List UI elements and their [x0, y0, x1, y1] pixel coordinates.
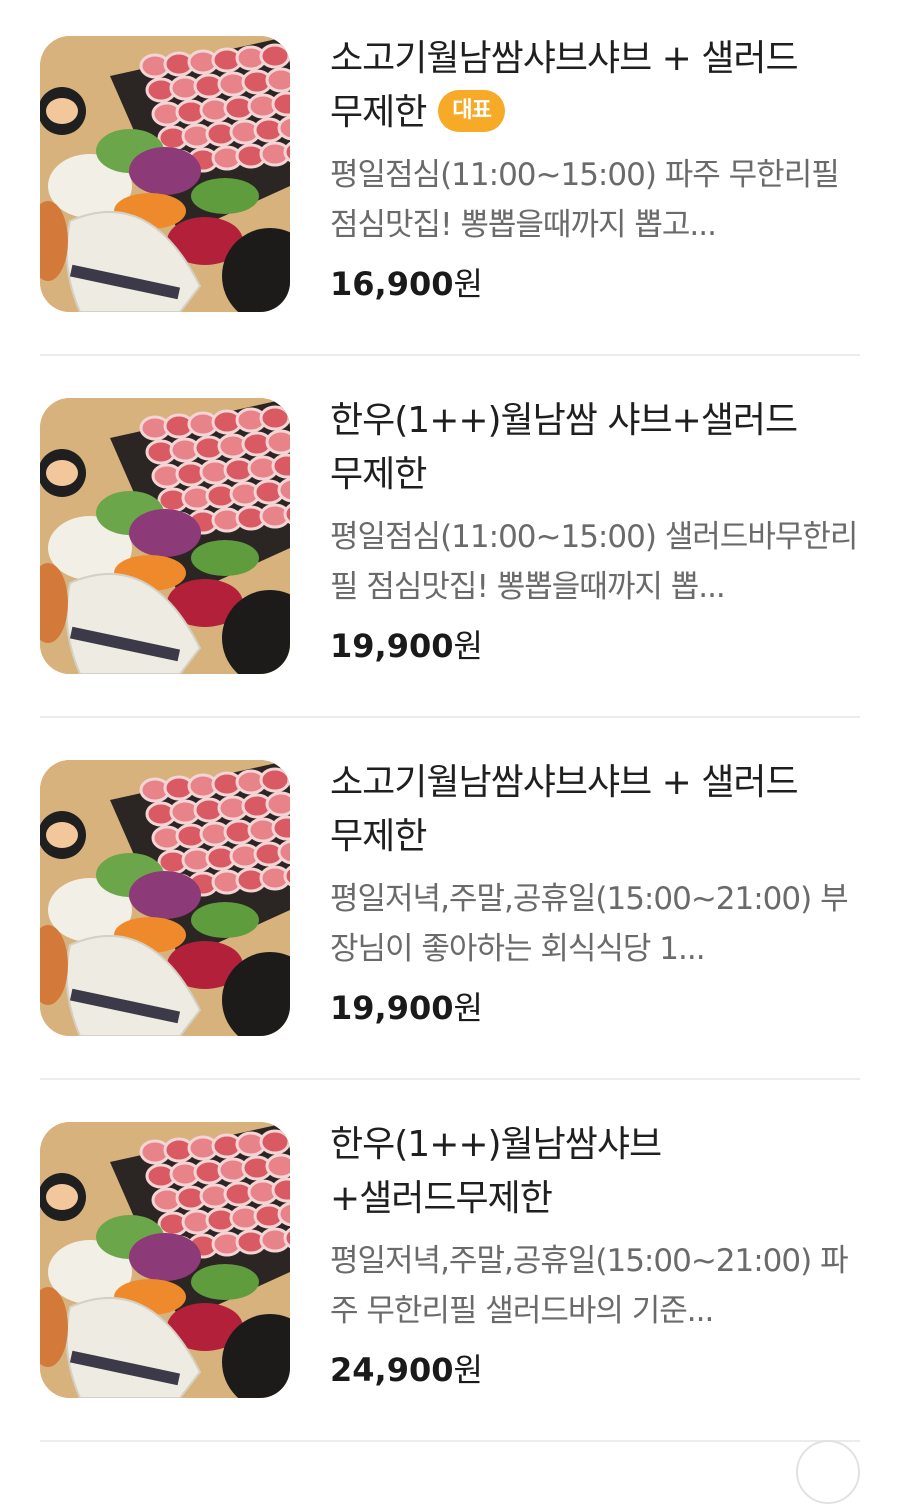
shabu-platter-illustration — [40, 398, 290, 674]
purple-cabbage — [129, 147, 201, 195]
menu-item-info: 한우(1++)월남쌈 샤브+샐러드 무제한 평일점심(11:00~15:00) … — [330, 394, 860, 666]
purple-cabbage — [129, 871, 201, 919]
beef-slice — [265, 67, 290, 93]
menu-item-description: 평일점심(11:00~15:00) 샐러드바무한리필 점심맛집! 뽕뽑을때까지 … — [330, 519, 858, 605]
menu-item-name: 한우(1++)월남쌈샤브+샐러드무제한 — [330, 1124, 662, 1219]
chive-strips — [191, 1264, 259, 1300]
chive-strips — [191, 178, 259, 214]
shabu-platter-illustration — [40, 36, 290, 312]
beef-slice — [259, 767, 290, 793]
shabu-platter-illustration — [40, 1122, 290, 1398]
signature-badge: 대표 — [438, 90, 505, 132]
menu-item-photo[interactable] — [40, 36, 290, 312]
scroll-top-button[interactable] — [796, 1440, 860, 1504]
menu-item-description: 평일저녁,주말,공휴일(15:00~21:00) 부장님이 좋아하는 회식식당 … — [330, 881, 849, 967]
menu-item-info: 한우(1++)월남쌈샤브+샐러드무제한 평일저녁,주말,공휴일(15:00~21… — [330, 1118, 860, 1390]
menu-item-photo[interactable] — [40, 1122, 290, 1398]
beef-slice — [271, 815, 290, 841]
beef-slice — [259, 1129, 290, 1155]
menu-item-description: 평일저녁,주말,공휴일(15:00~21:00) 파주 무한리필 샐러드바의 기… — [330, 1243, 849, 1329]
beef-slice — [265, 1153, 290, 1179]
menu-item-description: 평일점심(11:00~15:00) 파주 무한리필 점심맛집! 뽕뽑을때까지 뽑… — [330, 157, 840, 243]
beef-slice — [265, 791, 290, 817]
menu-item[interactable]: 소고기월남쌈샤브샤브 + 샐러드 무제한 대표 평일점심(11:00~15:00)… — [40, 0, 860, 356]
beef-slice — [271, 1177, 290, 1203]
menu-item-photo[interactable] — [40, 398, 290, 674]
menu-item[interactable]: 소고기월남쌈샤브샤브 + 샐러드 무제한 평일저녁,주말,공휴일(15:00~2… — [40, 718, 860, 1080]
shabu-platter-illustration — [40, 760, 290, 1036]
menu-item-price: 24,900원 — [330, 1351, 483, 1389]
beef-slice — [259, 43, 290, 69]
menu-item-info: 소고기월남쌈샤브샤브 + 샐러드 무제한 평일저녁,주말,공휴일(15:00~2… — [330, 756, 860, 1028]
beef-slice — [259, 405, 290, 431]
egg — [46, 98, 78, 124]
chive-strips — [191, 540, 259, 576]
menu-item-photo[interactable] — [40, 760, 290, 1036]
egg — [46, 460, 78, 486]
chive-strips — [191, 902, 259, 938]
menu-item-price: 19,900원 — [330, 989, 483, 1027]
menu-item-name: 소고기월남쌈샤브샤브 + 샐러드 무제한 대표 — [330, 38, 799, 133]
menu-item-name: 한우(1++)월남쌈 샤브+샐러드 무제한 — [330, 400, 798, 495]
menu-list: 소고기월남쌈샤브샤브 + 샐러드 무제한 대표 평일점심(11:00~15:00)… — [40, 0, 860, 1442]
beef-slice — [271, 91, 290, 117]
purple-cabbage — [129, 1233, 201, 1281]
menu-item-price: 19,900원 — [330, 627, 483, 665]
egg — [46, 1184, 78, 1210]
beef-slice — [265, 429, 290, 455]
menu-item-price: 16,900원 — [330, 265, 483, 303]
purple-cabbage — [129, 509, 201, 557]
menu-item-name: 소고기월남쌈샤브샤브 + 샐러드 무제한 — [330, 762, 799, 857]
menu-item[interactable]: 한우(1++)월남쌈 샤브+샐러드 무제한 평일점심(11:00~15:00) … — [40, 356, 860, 718]
menu-item[interactable]: 한우(1++)월남쌈샤브+샐러드무제한 평일저녁,주말,공휴일(15:00~21… — [40, 1080, 860, 1442]
egg — [46, 822, 78, 848]
beef-slice — [271, 453, 290, 479]
menu-item-info: 소고기월남쌈샤브샤브 + 샐러드 무제한 대표 평일점심(11:00~15:00)… — [330, 32, 860, 304]
